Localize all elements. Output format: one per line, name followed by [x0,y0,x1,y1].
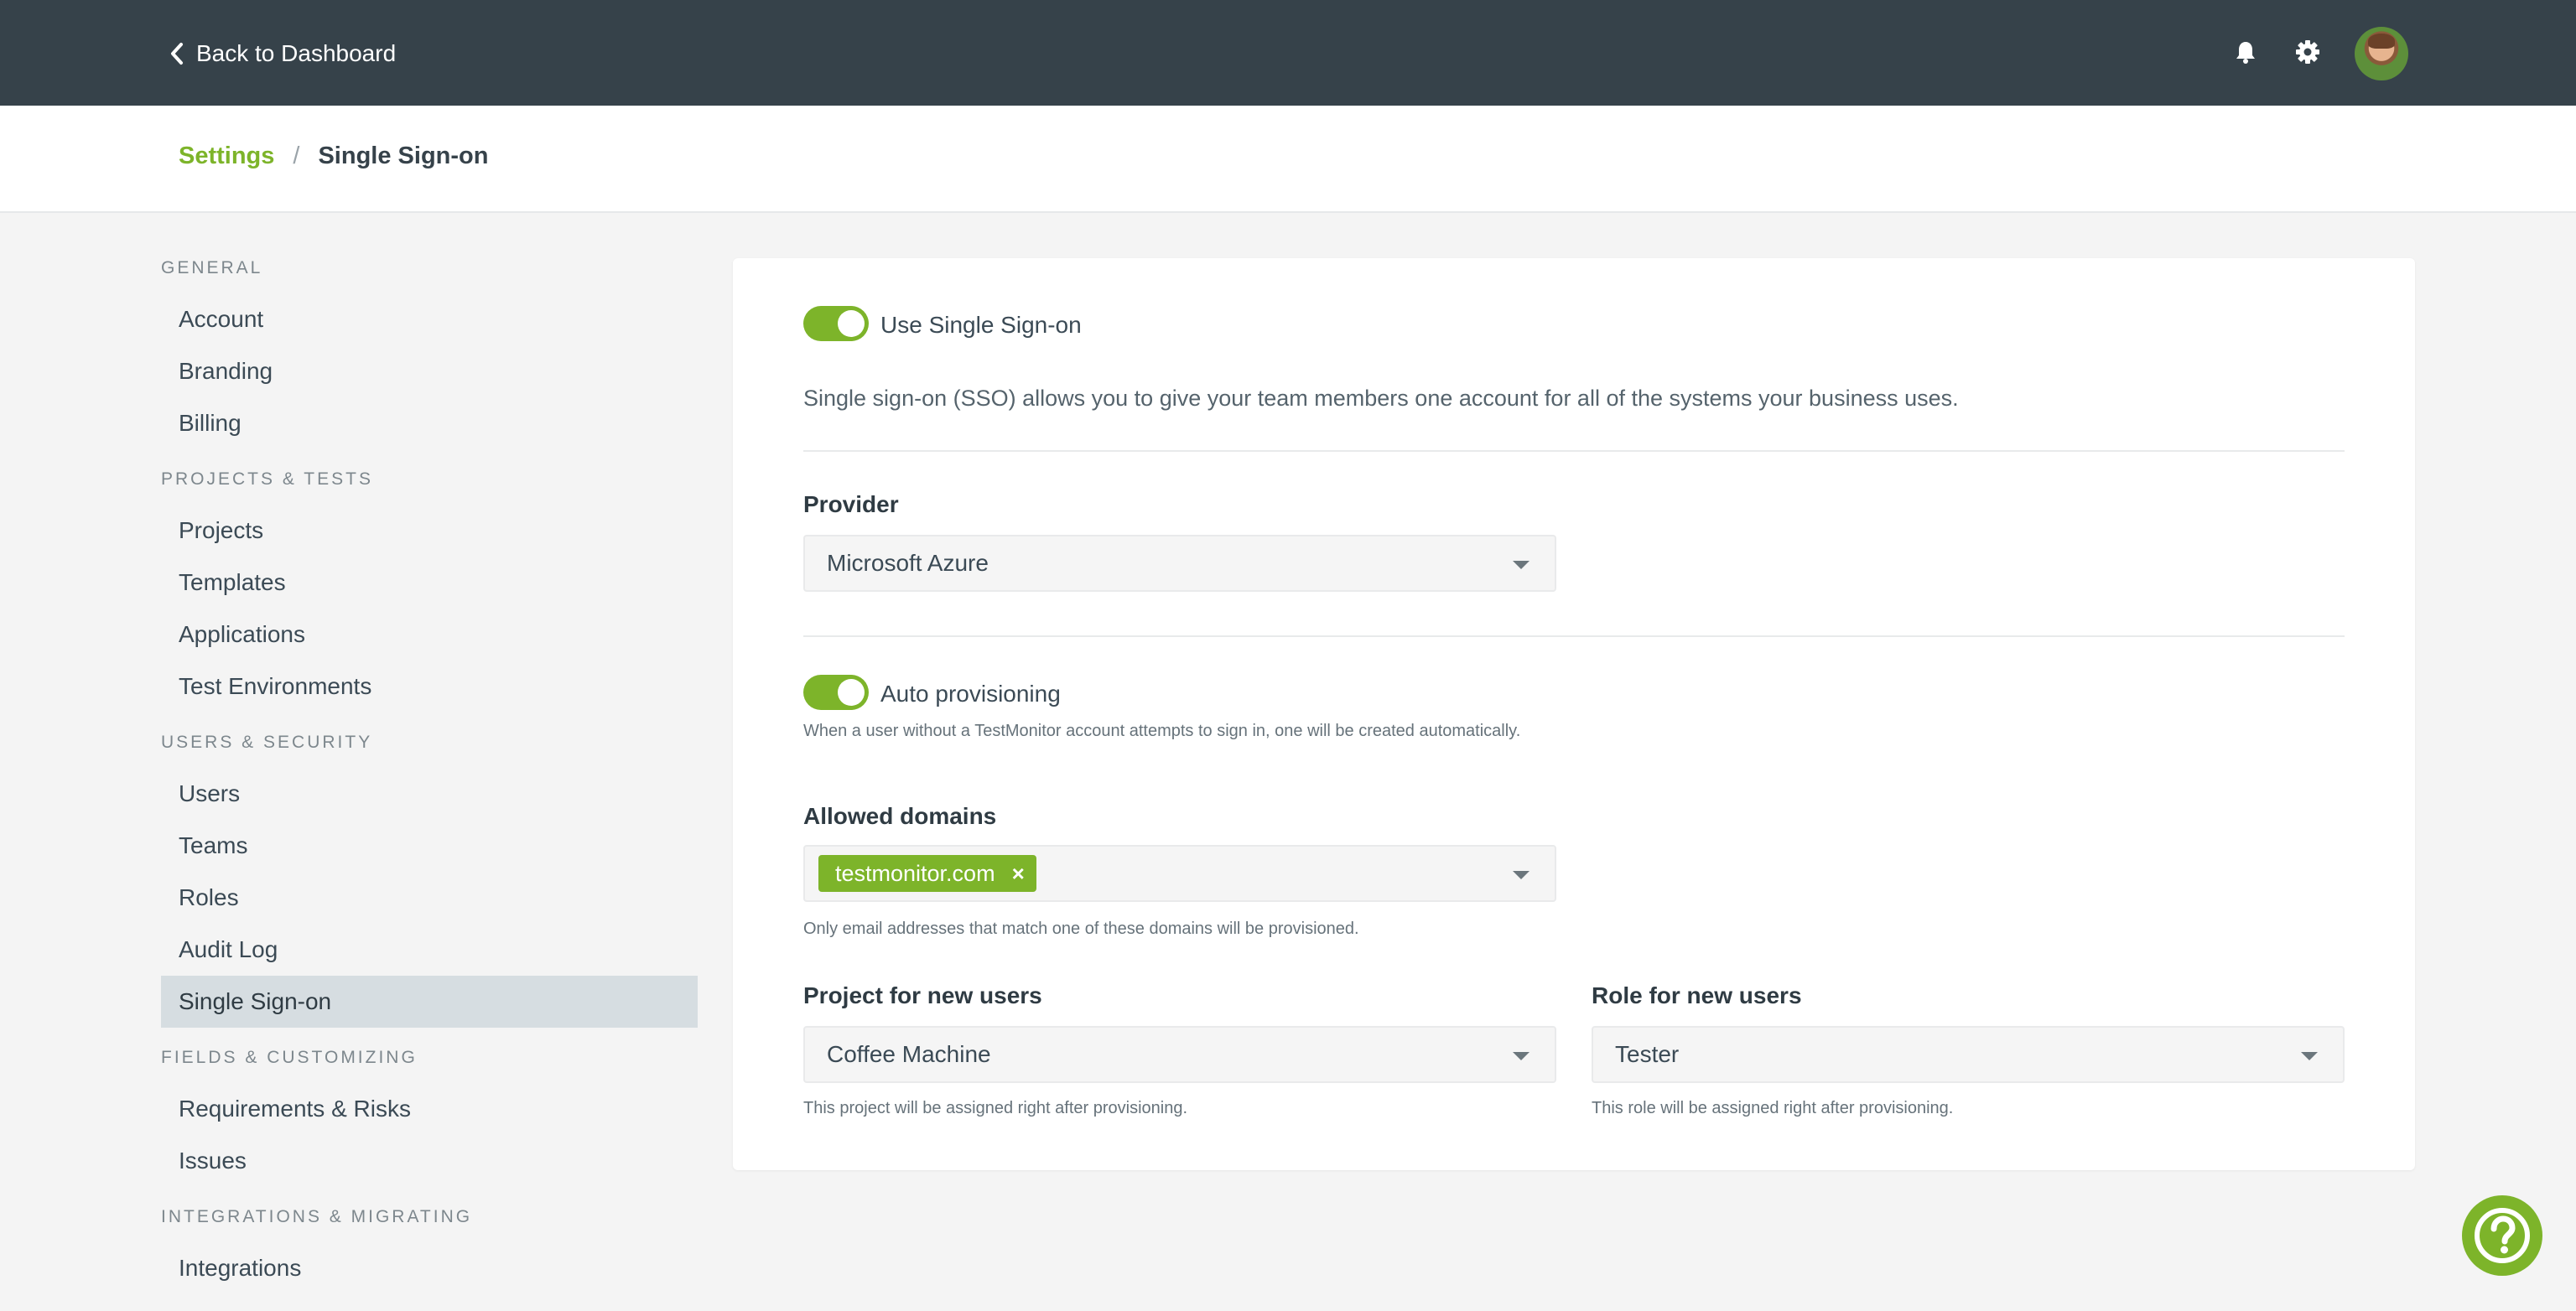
role-value: Tester [1615,1041,1680,1067]
chevron-down-icon [2301,1052,2318,1060]
sidebar-section-users-security: USERS & SECURITY [161,733,373,752]
sidebar-section-integrations-migrating: INTEGRATIONS & MIGRATING [161,1207,473,1226]
chevron-down-icon [1513,1052,1530,1060]
sidebar-section-general: GENERAL [161,258,263,277]
sidebar-item-audit-log[interactable]: Audit Log [161,924,698,976]
sidebar-item-single-sign-on[interactable]: Single Sign-on [161,976,698,1028]
provider-label: Provider [803,491,899,517]
project-help: This project will be assigned right afte… [803,1099,1187,1117]
breadcrumb-settings-link[interactable]: Settings [179,142,274,170]
sso-settings-card: Use Single Sign-on Single sign-on (SSO) … [733,258,2415,1170]
back-to-dashboard-label: Back to Dashboard [196,40,397,66]
top-bar: Back to Dashboard [0,0,2576,106]
project-select[interactable]: Coffee Machine [803,1026,1556,1083]
breadcrumb-separator: / [293,142,300,169]
sidebar-section-projects-tests: PROJECTS & TESTS [161,469,373,489]
use-sso-label: Use Single Sign-on [880,312,1082,338]
auto-provisioning-help: When a user without a TestMonitor accoun… [803,722,1521,740]
project-value: Coffee Machine [827,1041,991,1067]
sidebar-item-integrations[interactable]: Integrations [161,1242,698,1294]
allowed-domains-help: Only email addresses that match one of t… [803,920,1359,938]
sidebar-item-users[interactable]: Users [161,768,698,820]
auto-provisioning-label: Auto provisioning [880,681,1061,707]
remove-domain-icon[interactable]: × [1012,861,1025,887]
sidebar-item-projects[interactable]: Projects [161,505,698,557]
allowed-domains-label: Allowed domains [803,803,997,829]
chevron-down-icon [1513,561,1530,569]
breadcrumb-bar: Settings / Single Sign-on [0,106,2576,213]
sidebar-item-templates[interactable]: Templates [161,557,698,609]
role-label: Role for new users [1592,982,1802,1008]
chevron-down-icon [1513,871,1530,879]
user-avatar[interactable] [2355,27,2408,80]
domain-tag: testmonitor.com × [818,855,1036,892]
sidebar-item-applications[interactable]: Applications [161,609,698,661]
breadcrumb: Settings / Single Sign-on [179,142,488,170]
sidebar-item-issues[interactable]: Issues [161,1135,698,1187]
help-button[interactable] [2462,1195,2542,1276]
sidebar-item-teams[interactable]: Teams [161,820,698,872]
gear-icon[interactable] [2294,39,2321,65]
sidebar-item-billing[interactable]: Billing [161,397,698,449]
provider-select[interactable]: Microsoft Azure [803,535,1556,592]
project-label: Project for new users [803,982,1042,1008]
sidebar-section-fields-customizing: FIELDS & CUSTOMIZING [161,1048,418,1067]
question-mark-icon [2475,1208,2530,1263]
sidebar-item-branding[interactable]: Branding [161,345,698,397]
bell-icon[interactable] [2232,39,2259,65]
sso-description: Single sign-on (SSO) allows you to give … [803,386,1959,411]
sidebar-item-account[interactable]: Account [161,293,698,345]
allowed-domains-select[interactable]: testmonitor.com × [803,845,1556,902]
domain-tag-label: testmonitor.com [835,860,995,886]
sidebar-item-roles[interactable]: Roles [161,872,698,924]
settings-sidebar: GENERAL Account Branding Billing PROJECT… [161,243,698,1294]
sidebar-item-test-environments[interactable]: Test Environments [161,661,698,712]
auto-provisioning-toggle[interactable] [803,675,869,710]
chevron-left-icon [171,43,183,65]
divider [803,635,2345,637]
sidebar-item-requirements-risks[interactable]: Requirements & Risks [161,1083,698,1135]
role-help: This role will be assigned right after p… [1592,1099,1954,1117]
divider [803,450,2345,452]
back-to-dashboard-link[interactable]: Back to Dashboard [169,37,396,70]
page-title: Single Sign-on [318,142,489,169]
provider-value: Microsoft Azure [827,550,989,576]
role-select[interactable]: Tester [1592,1026,2345,1083]
use-sso-toggle[interactable] [803,306,869,341]
